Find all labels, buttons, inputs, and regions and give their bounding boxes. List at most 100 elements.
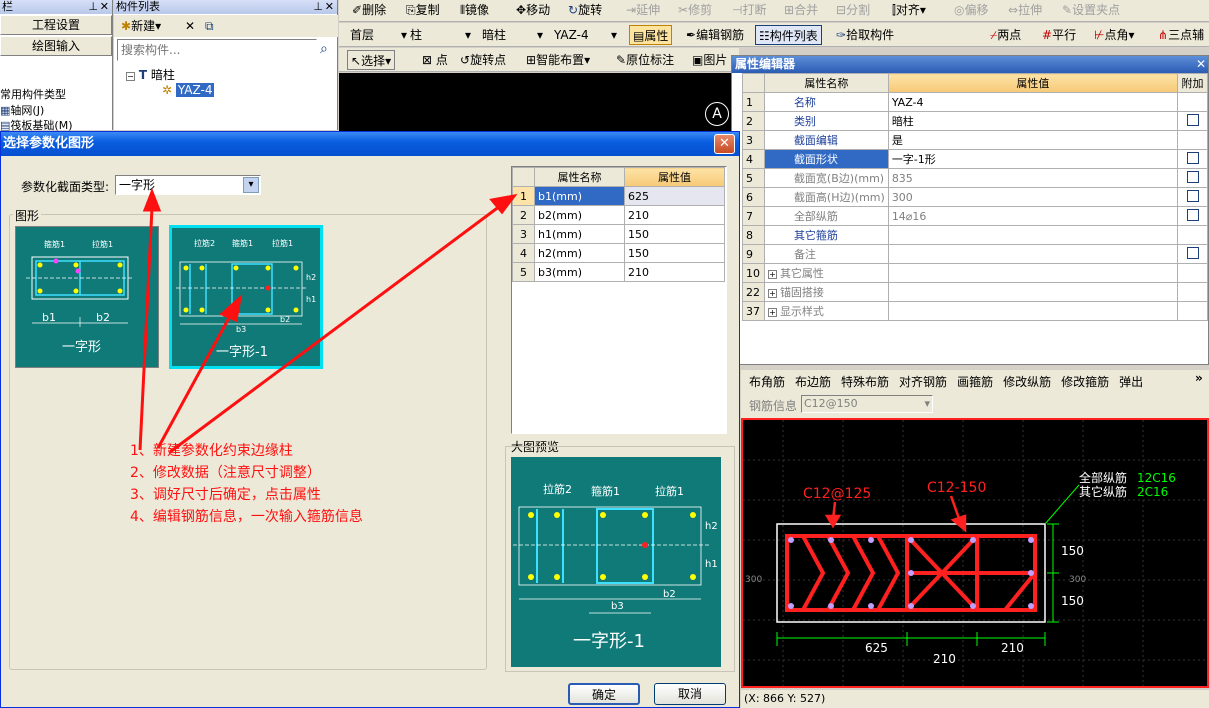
tree-node-anzhu[interactable]: − T 暗柱 — [126, 66, 175, 83]
attach-checkbox[interactable] — [1186, 246, 1199, 259]
property-value[interactable] — [887, 244, 1179, 264]
close-icon[interactable]: ✕ — [1196, 56, 1206, 73]
component-search-input[interactable] — [117, 39, 317, 61]
attach-checkbox[interactable] — [1186, 113, 1199, 126]
property-row[interactable]: 5 截面宽(B边)(mm) 835 — [742, 168, 1208, 188]
copy-button[interactable]: ⎘复制 — [403, 0, 443, 20]
property-value[interactable]: YAZ-4 — [887, 92, 1179, 112]
point-button[interactable]: ⊠ 点 — [419, 50, 451, 70]
param-value[interactable]: 625 — [624, 186, 725, 206]
rebar-tool-button[interactable]: 画箍筋 — [957, 375, 993, 389]
mirror-button[interactable]: ⫴镜像 — [457, 0, 492, 20]
extend-button[interactable]: ⇥延伸 — [623, 0, 663, 20]
expand-icon[interactable]: + — [767, 308, 777, 317]
rebar-tool-button[interactable]: 弹出 — [1119, 375, 1143, 389]
property-value[interactable]: 是 — [887, 130, 1179, 150]
ok-button[interactable]: 确定 — [568, 683, 640, 705]
property-value[interactable]: 14⌀16 — [887, 206, 1179, 226]
collapse-icon[interactable]: − — [126, 72, 135, 81]
search-icon[interactable]: ⌕ — [320, 41, 328, 57]
tree-node-yaz4[interactable]: ✲ YAZ-4 — [162, 83, 215, 97]
close-icon[interactable]: ✕ — [100, 0, 109, 14]
tree-root[interactable]: 常用构件类型 — [0, 86, 66, 102]
rebar-tool-button[interactable]: 修改箍筋 — [1061, 375, 1109, 389]
three-point-button[interactable]: ⋔三点辅 — [1155, 25, 1207, 45]
param-value[interactable]: 150 — [624, 224, 725, 244]
type-select[interactable]: 柱 ▾ — [407, 25, 473, 45]
property-row[interactable]: 1 名称 YAZ-4 — [742, 92, 1208, 112]
property-row[interactable]: 22 + 锚固搭接 — [742, 282, 1208, 302]
property-row[interactable]: 6 截面高(H边)(mm) 300 — [742, 187, 1208, 207]
break-button[interactable]: ⊣打断 — [729, 0, 769, 20]
attach-checkbox[interactable] — [1186, 170, 1199, 183]
property-value[interactable]: 一字-1形 — [887, 149, 1179, 169]
comp-select[interactable]: YAZ-4 ▾ — [551, 25, 619, 45]
property-value[interactable] — [887, 282, 1179, 302]
delete-icon[interactable]: ✕ — [182, 16, 198, 36]
split-button[interactable]: ⊟分割 — [833, 0, 873, 20]
dialog-close-button[interactable]: ✕ — [714, 134, 735, 154]
property-value[interactable] — [887, 263, 1179, 283]
shape-thumb-1[interactable]: 箍筋1 拉筋1 b1 b2 一字形 — [15, 226, 159, 368]
image-button[interactable]: ▣图片 — [689, 50, 730, 70]
project-settings-button[interactable]: 工程设置 — [0, 15, 112, 35]
pin-icon[interactable]: ⊥ — [88, 0, 98, 14]
offset-button[interactable]: ◎偏移 — [951, 0, 992, 20]
rebar-tool-button[interactable]: 修改纵筋 — [1003, 375, 1051, 389]
close-icon[interactable]: ✕ — [325, 0, 334, 14]
property-value[interactable]: 835 — [887, 168, 1179, 188]
subtype-select[interactable]: 暗柱 ▾ — [479, 25, 545, 45]
overflow-icon[interactable]: » — [1195, 371, 1203, 385]
property-row[interactable]: 8 其它箍筋 — [742, 225, 1208, 245]
property-row[interactable]: 7 全部纵筋 14⌀16 — [742, 206, 1208, 226]
param-row[interactable]: 1 b1(mm) 625 — [512, 186, 725, 206]
property-row[interactable]: 9 备注 — [742, 244, 1208, 264]
attach-checkbox[interactable] — [1186, 189, 1199, 202]
drawing-canvas[interactable] — [339, 73, 741, 133]
two-point-button[interactable]: ⌿两点 — [987, 25, 1024, 45]
param-value[interactable]: 150 — [624, 243, 725, 263]
rotate-point-button[interactable]: ↺旋转点 — [457, 50, 509, 70]
property-value[interactable] — [887, 225, 1179, 245]
properties-button[interactable]: ▤属性 — [629, 25, 673, 45]
set-point-button[interactable]: ✎设置夹点 — [1059, 0, 1123, 20]
property-row[interactable]: 3 截面编辑是 — [742, 130, 1208, 150]
select-button[interactable]: ↖选择▾ — [347, 50, 396, 70]
edit-rebar-button[interactable]: ✒编辑钢筋 — [683, 25, 747, 45]
rebar-tool-button[interactable]: 特殊布筋 — [841, 375, 889, 389]
rebar-tool-button[interactable]: 布边筋 — [795, 375, 831, 389]
component-list-button[interactable]: ☷构件列表 — [755, 25, 822, 45]
stretch-button[interactable]: ⇔拉伸 — [1005, 0, 1045, 20]
copy-icon[interactable]: ⧉ — [202, 16, 217, 36]
origin-mark-button[interactable]: ✎原位标注 — [613, 50, 677, 70]
expand-icon[interactable]: + — [767, 270, 777, 279]
param-row[interactable]: 5 b3(mm) 210 — [512, 262, 725, 282]
rebar-info-select[interactable]: C12@150 ▾ — [801, 395, 933, 413]
property-row[interactable]: 10 + 其它属性 — [742, 263, 1208, 283]
parallel-button[interactable]: #平行 — [1039, 25, 1079, 45]
param-value[interactable]: 210 — [624, 262, 725, 282]
property-value[interactable]: 暗柱 — [887, 111, 1179, 131]
section-view[interactable]: 625 210 210 150 150 300 300 C12@125 C12-… — [741, 418, 1209, 688]
rebar-tool-button[interactable]: 布角筋 — [749, 375, 785, 389]
property-row[interactable]: 37 + 显示样式 — [742, 301, 1208, 321]
tree-item-axis[interactable]: ▦轴网(J) — [0, 102, 44, 118]
delete-button[interactable]: ✐删除 — [349, 0, 389, 20]
move-button[interactable]: ✥移动 — [513, 0, 553, 20]
property-value[interactable]: 300 — [887, 187, 1179, 207]
align-button[interactable]: ⫿对齐▾ — [889, 0, 929, 20]
attach-checkbox[interactable] — [1186, 151, 1199, 164]
cancel-button[interactable]: 取消 — [654, 683, 726, 705]
param-value[interactable]: 210 — [624, 205, 725, 225]
attach-checkbox[interactable] — [1186, 208, 1199, 221]
expand-icon[interactable]: + — [767, 289, 777, 298]
property-value[interactable] — [887, 301, 1179, 321]
pick-component-button[interactable]: ✑拾取构件 — [833, 25, 897, 45]
chevron-down-icon[interactable]: ▾ — [243, 177, 259, 193]
shape-thumb-2[interactable]: 拉筋2 箍筋1 拉筋1 h2 h1 b3 b2 一字形-1 — [169, 225, 323, 369]
param-row[interactable]: 2 b2(mm) 210 — [512, 205, 725, 225]
trim-button[interactable]: ✂修剪 — [675, 0, 715, 20]
drawing-input-button[interactable]: 绘图输入 — [0, 36, 112, 56]
rebar-tool-button[interactable]: 对齐钢筋 — [899, 375, 947, 389]
property-row[interactable]: 2 类别 暗柱 — [742, 111, 1208, 131]
